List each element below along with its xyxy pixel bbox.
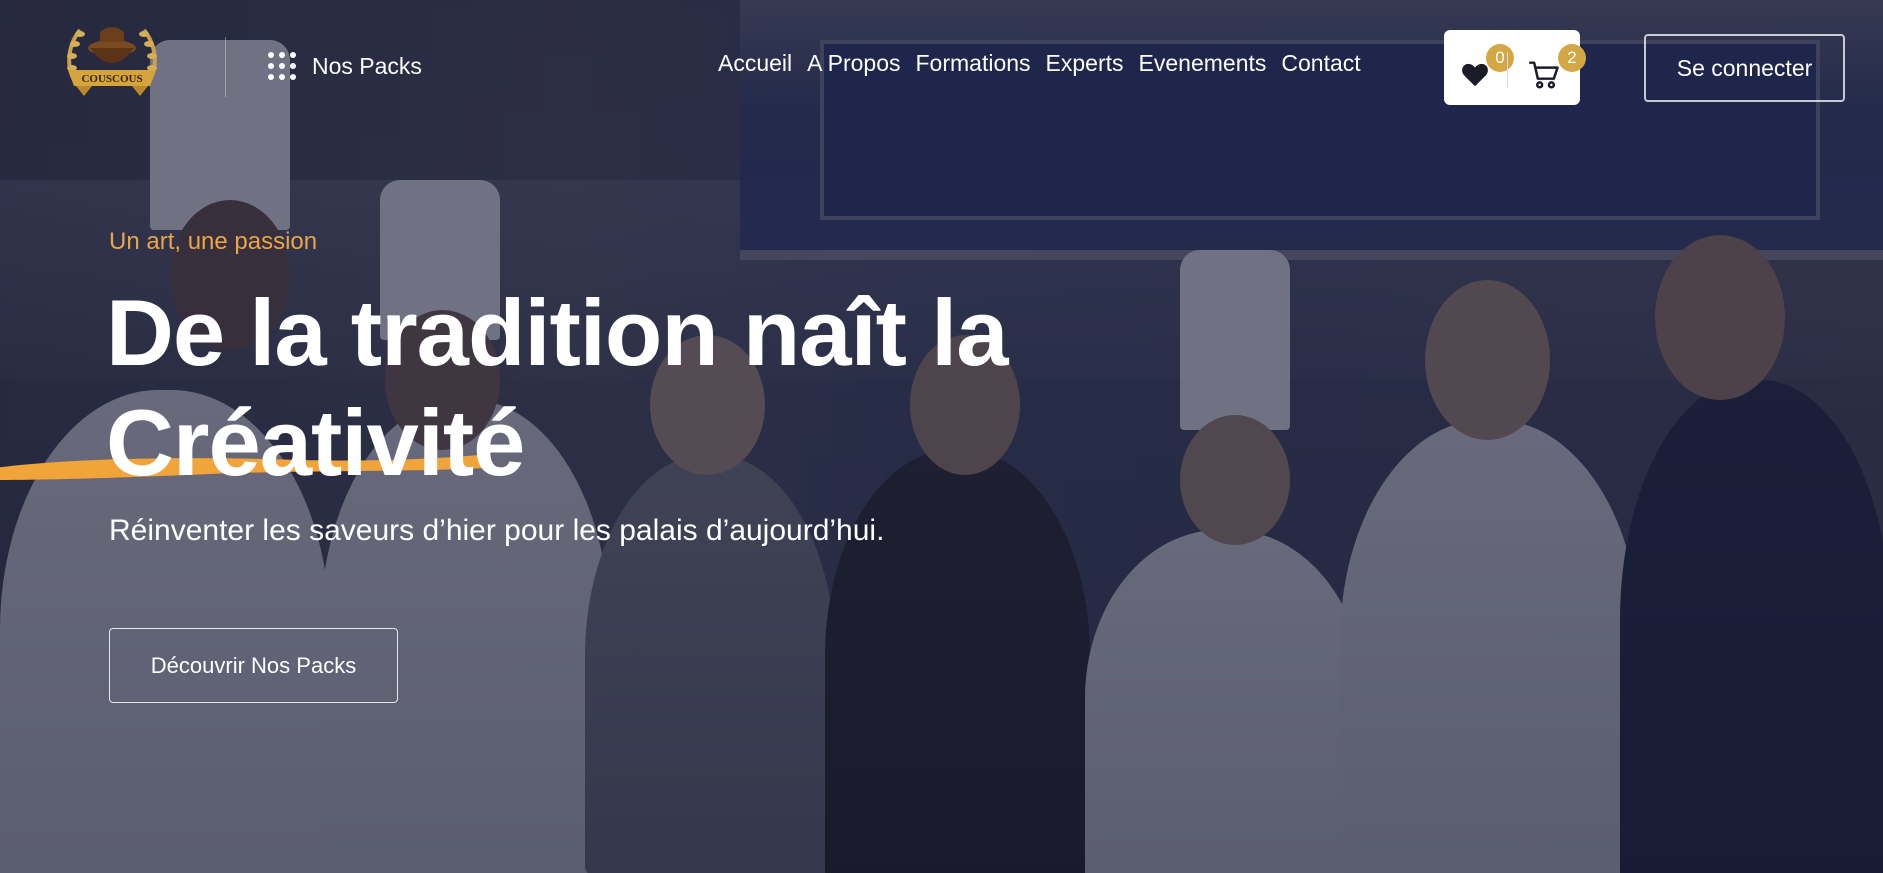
hero-kicker: Un art, une passion [109, 228, 318, 255]
wishlist-button[interactable]: 0 [1460, 44, 1514, 90]
nos-packs-label: Nos Packs [312, 52, 422, 79]
nav-a-propos[interactable]: A Propos [807, 50, 900, 77]
header-divider [225, 37, 226, 97]
discover-packs-button[interactable]: Découvrir Nos Packs [109, 628, 398, 703]
icon-box-divider [1507, 52, 1508, 88]
main-nav: Accueil A Propos Formations Experts Even… [718, 50, 1361, 77]
logo-emblem[interactable]: COUSCOUS [62, 20, 162, 102]
nav-evenements[interactable]: Evenements [1139, 50, 1267, 77]
cart-button[interactable]: 2 [1528, 44, 1586, 90]
nav-contact[interactable]: Contact [1281, 50, 1360, 77]
nav-accueil[interactable]: Accueil [718, 50, 792, 77]
cart-icon [1529, 61, 1559, 89]
nav-formations[interactable]: Formations [916, 50, 1031, 77]
wishlist-count-badge: 0 [1486, 44, 1514, 72]
hero-headline: De la tradition naît la Créativité [106, 278, 1206, 498]
heart-icon [1462, 63, 1488, 87]
grid-icon [268, 52, 296, 80]
headline-line1: De la tradition naît la [106, 280, 1008, 385]
cart-count-badge: 2 [1558, 44, 1586, 72]
site-header: COUSCOUS Nos Packs Accueil A Propos Form… [0, 0, 1883, 110]
svg-text:COUSCOUS: COUSCOUS [81, 73, 142, 85]
hero-subtitle: Réinventer les saveurs d’hier pour les p… [109, 514, 885, 547]
nav-experts[interactable]: Experts [1046, 50, 1124, 77]
headline-line2: Créativité [106, 390, 525, 495]
wishlist-cart-box: 0 2 [1444, 30, 1586, 105]
login-button[interactable]: Se connecter [1644, 34, 1845, 102]
nos-packs-menu[interactable]: Nos Packs [268, 52, 422, 80]
